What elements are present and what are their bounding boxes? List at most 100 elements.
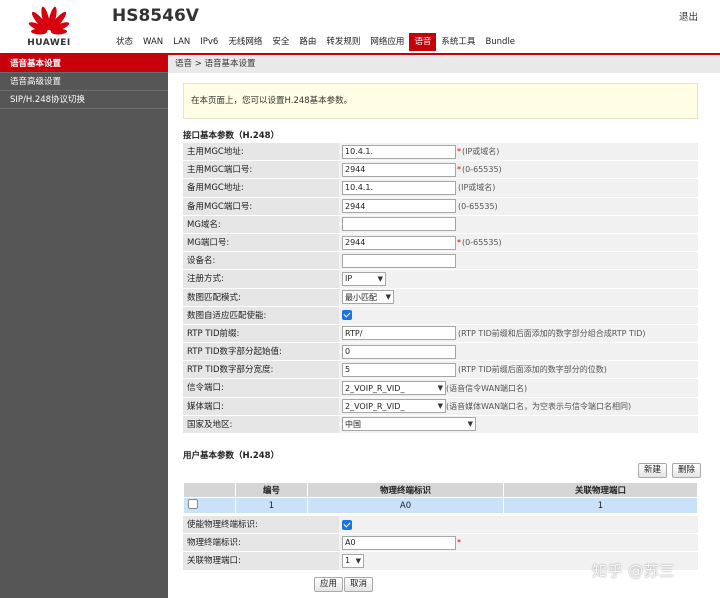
field-label: 注册方式: — [183, 270, 339, 288]
nav-item-3[interactable]: IPv6 — [195, 33, 223, 51]
cancel-button[interactable]: 取消 — [344, 577, 374, 592]
field-value: IP ▼ — [339, 270, 698, 288]
field-select[interactable]: IP ▼ — [342, 271, 386, 286]
field-label: RTP TID前缀: — [183, 324, 339, 343]
form-row: 数图匹配模式: 最小匹配 ▼ — [183, 288, 698, 307]
sidebar: 语音基本设置 语音高级设置 SIP/H.248协议切换 — [0, 55, 168, 598]
select-value: IP — [345, 274, 353, 284]
form-row: 信令端口: 2_VOIP_R_VID_ ▼ (语音信令WAN端口名) — [183, 379, 698, 398]
nav-item-1[interactable]: WAN — [138, 33, 168, 51]
field-input[interactable] — [342, 217, 456, 232]
main-nav: 状态 WAN LAN IPv6 无线网络 安全 路由 转发规则 网络应用 语音 系统工具 Bundle — [111, 33, 520, 51]
field-hint: (0-65535) — [462, 238, 502, 248]
nav-item-9[interactable]: 语音 — [409, 33, 437, 51]
field-value: 最小匹配 ▼ — [339, 288, 698, 306]
field-input[interactable] — [342, 144, 456, 159]
row-select-cell — [183, 497, 236, 514]
field-hint: (IP或域名) — [462, 147, 500, 157]
nav-item-7[interactable]: 转发规则 — [321, 33, 365, 51]
field-value: *(IP或域名) — [339, 143, 698, 161]
field-input[interactable] — [342, 199, 456, 214]
field-label: 媒体端口: — [183, 397, 339, 415]
sidebar-item-1[interactable]: 语音高级设置 — [0, 73, 168, 91]
apply-button[interactable]: 应用 — [314, 577, 344, 592]
select-value: 2_VOIP_R_VID_ — [345, 401, 405, 411]
form-row: 物理终端标识: * — [183, 534, 698, 553]
field-label: 数图匹配模式: — [183, 288, 339, 306]
field-value — [339, 252, 698, 270]
nav-item-5[interactable]: 安全 — [267, 33, 294, 51]
field-input[interactable] — [342, 535, 456, 550]
field-label: 备用MGC地址: — [183, 179, 339, 197]
nav-item-6[interactable]: 路由 — [294, 33, 321, 51]
form-row: 备用MGC地址: (IP或域名) — [183, 179, 698, 198]
user-table: 编号 物理终端标识 关联物理端口 1 A0 1 — [183, 482, 698, 514]
chevron-down-icon: ▼ — [437, 384, 443, 393]
field-label: 数图自适应匹配使能: — [183, 306, 339, 324]
nav-item-0[interactable]: 状态 — [111, 33, 138, 51]
field-label: 备用MGC端口号: — [183, 197, 339, 215]
field-select[interactable]: 中国 ▼ — [342, 417, 476, 432]
required-marker: * — [457, 147, 461, 157]
field-hint: (0-65535) — [462, 165, 502, 175]
sidebar-item-0[interactable]: 语音基本设置 — [0, 55, 168, 73]
table-row[interactable]: 1 A0 1 — [183, 497, 698, 514]
col-terminal-header: 物理终端标识 — [307, 482, 504, 498]
form-row: 主用MGC地址:*(IP或域名) — [183, 143, 698, 162]
huawei-flower-icon — [28, 6, 70, 35]
row-id: 1 — [235, 497, 308, 514]
field-select[interactable]: 2_VOIP_R_VID_ ▼ — [342, 399, 446, 414]
required-marker: * — [457, 538, 461, 548]
required-marker: * — [457, 165, 461, 175]
select-value: 2_VOIP_R_VID_ — [345, 383, 405, 393]
form-row: 国家及地区: 中国 ▼ — [183, 415, 698, 434]
row-port: 1 — [503, 497, 698, 514]
field-input[interactable] — [342, 180, 456, 195]
form-row: 数图自适应匹配使能: — [183, 306, 698, 325]
nav-item-11[interactable]: Bundle — [480, 33, 520, 51]
field-value: 中国 ▼ — [339, 415, 698, 433]
field-input[interactable] — [342, 162, 456, 177]
nav-item-4[interactable]: 无线网络 — [223, 33, 267, 51]
device-model-title: HS8546V — [112, 6, 199, 26]
watermark: 知乎 @苏三 — [592, 562, 675, 580]
field-input[interactable] — [342, 362, 456, 377]
form-row: 注册方式: IP ▼ — [183, 270, 698, 289]
form-row: 主用MGC端口号:*(0-65535) — [183, 161, 698, 180]
enable-checkbox[interactable] — [342, 519, 352, 530]
field-input[interactable] — [342, 235, 456, 250]
form-row: RTP TID数字部分起始值: — [183, 343, 698, 362]
delete-button[interactable]: 删除 — [672, 463, 702, 478]
header: HUAWEI HS8546V 退出 状态 WAN LAN IPv6 无线网络 安全 路由 转发… — [0, 0, 720, 55]
new-button[interactable]: 新建 — [638, 463, 668, 478]
form-row: 使能物理终端标识: — [183, 516, 698, 535]
form-row: MG端口号:*(0-65535) — [183, 233, 698, 253]
row-terminal: A0 — [307, 497, 504, 514]
field-label: MG端口号: — [183, 233, 339, 252]
field-select[interactable]: 1 ▼ — [342, 553, 364, 568]
chevron-down-icon: ▼ — [467, 420, 473, 429]
field-value — [339, 343, 698, 361]
field-label: MG域名: — [183, 215, 339, 233]
field-input[interactable] — [342, 326, 456, 341]
field-input[interactable] — [342, 344, 456, 359]
nav-item-8[interactable]: 网络应用 — [365, 33, 409, 51]
field-select[interactable]: 最小匹配 ▼ — [342, 290, 394, 305]
enable-checkbox[interactable] — [342, 310, 352, 321]
select-value: 1 — [345, 556, 351, 566]
field-value: (0-65535) — [339, 197, 698, 215]
nav-item-10[interactable]: 系统工具 — [436, 33, 480, 51]
select-value: 最小匹配 — [345, 292, 377, 302]
col-port-header: 关联物理端口 — [503, 482, 698, 498]
select-all-header — [183, 482, 236, 498]
sidebar-item-2[interactable]: SIP/H.248协议切换 — [0, 91, 168, 109]
nav-item-2[interactable]: LAN — [168, 33, 195, 51]
form-row: RTP TID前缀: (RTP TID前缀和后面添加的数字部分组合成RTP TID… — [183, 324, 698, 344]
field-select[interactable]: 2_VOIP_R_VID_ ▼ — [342, 381, 446, 396]
chevron-down-icon: ▼ — [355, 556, 361, 565]
field-input[interactable] — [342, 253, 456, 268]
row-checkbox[interactable] — [188, 499, 198, 509]
form-row: RTP TID数字部分宽度: (RTP TID前缀后面添加的数字部分的位数) — [183, 361, 698, 380]
logout-link[interactable]: 退出 — [679, 9, 698, 23]
huawei-logo: HUAWEI — [20, 4, 78, 50]
